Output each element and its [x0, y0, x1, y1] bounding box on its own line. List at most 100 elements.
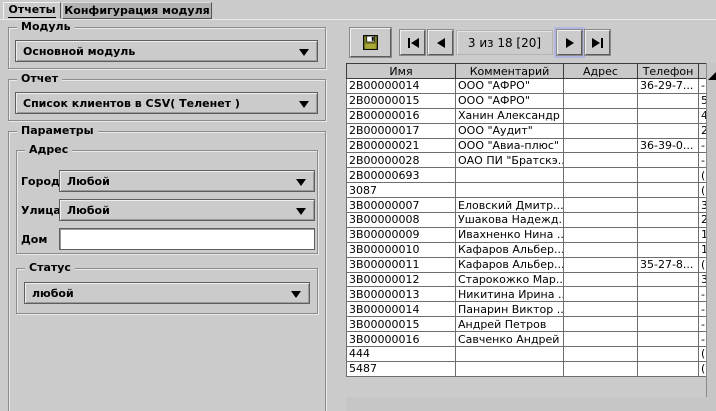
dropdown-arrow-icon — [299, 49, 309, 61]
table-cell — [564, 79, 638, 94]
table-row[interactable]: 444( — [347, 347, 707, 362]
city-label: Город — [21, 170, 60, 192]
table-cell: 3B00000008 — [347, 213, 456, 228]
save-button[interactable] — [350, 28, 391, 57]
table-cell — [638, 168, 699, 183]
table-row[interactable]: 3B00000012Старокожко Мар...3 — [347, 272, 707, 287]
table-cell — [638, 242, 699, 257]
table-cell — [456, 361, 564, 376]
vertical-scrollbar[interactable] — [706, 63, 716, 397]
table-cell: 3B00000016 — [347, 332, 456, 347]
table-cell — [564, 332, 638, 347]
status-select[interactable]: любой — [24, 282, 310, 304]
table-cell: 2B00000021 — [347, 138, 456, 153]
table-cell — [564, 242, 638, 257]
first-record-button[interactable] — [400, 30, 425, 55]
column-header[interactable]: Телефон — [638, 64, 699, 79]
column-header[interactable]: Комментарий — [456, 64, 564, 79]
client-table: ИмяКомментарийАдресТелефон 2B00000014ООО… — [346, 63, 707, 377]
city-select[interactable]: Любой — [59, 170, 315, 192]
table-cell: 3B00000007 — [347, 198, 456, 213]
table-cell: 3B00000012 — [347, 272, 456, 287]
table-cell: 3B00000015 — [347, 317, 456, 332]
street-select[interactable]: Любой — [59, 199, 315, 221]
table-row[interactable]: 2B00000015ООО "АФРО"5 — [347, 93, 707, 108]
table-cell: 2B00000017 — [347, 123, 456, 138]
table-cell — [564, 317, 638, 332]
prev-record-button[interactable] — [428, 30, 453, 55]
table-row[interactable]: 2B00000693( — [347, 168, 707, 183]
first-record-icon — [407, 38, 419, 48]
table-row[interactable]: 3B00000008Ушакова Надежд...2 — [347, 213, 707, 228]
table-cell — [564, 108, 638, 123]
table-row[interactable]: 3B00000009Ивахненко Нина ...1 — [347, 227, 707, 242]
table-cell — [638, 93, 699, 108]
last-record-button[interactable] — [585, 30, 610, 55]
table-cell: 3B00000013 — [347, 287, 456, 302]
city-select-value: Любой — [67, 175, 110, 188]
address-group-label: Адрес — [25, 143, 72, 157]
table-cell — [564, 138, 638, 153]
tab-module-config[interactable]: Конфигурация модуля — [62, 2, 212, 19]
column-header[interactable]: Имя — [347, 64, 456, 79]
table-cell: ООО "Авиа-плюс" — [456, 138, 564, 153]
table-cell — [638, 123, 699, 138]
table-cell: Старокожко Мар... — [456, 272, 564, 287]
horizontal-scrollbar[interactable] — [346, 397, 716, 411]
table-row[interactable]: 3B00000013Никитина Ирина ...- — [347, 287, 707, 302]
table-row[interactable]: 2B00000014ООО "АФРО"36-29-7...- — [347, 79, 707, 94]
column-header[interactable]: Адрес — [564, 64, 638, 79]
table-cell: 3087 — [347, 183, 456, 198]
tab-reports[interactable]: Отчеты — [3, 2, 61, 19]
table-row[interactable]: 3B00000014Панарин Виктор ...- — [347, 302, 707, 317]
table-cell: 36-39-0... — [638, 138, 699, 153]
tab-module-config-label: Конфигурация модуля — [64, 4, 209, 17]
table-cell — [638, 153, 699, 168]
table-row[interactable]: 2B00000021ООО "Авиа-плюс"36-39-0...- — [347, 138, 707, 153]
table-row[interactable]: 2B00000017ООО "Аудит"2 — [347, 123, 707, 138]
module-select-value: Основной модуль — [23, 45, 135, 58]
table-cell: Савченко Андрей — [456, 332, 564, 347]
table-row[interactable]: 3087( — [347, 183, 707, 198]
table-cell — [564, 183, 638, 198]
table-row[interactable]: 2B00000016Ханин Александр4 — [347, 108, 707, 123]
house-input[interactable] — [59, 228, 315, 250]
table-row[interactable]: 3B00000007Еловский Дмитр...3 — [347, 198, 707, 213]
table-cell: Андрей Петров — [456, 317, 564, 332]
next-record-icon — [566, 38, 574, 48]
table-row[interactable]: 3B00000010Кафаров Альбер...1 — [347, 242, 707, 257]
tab-reports-label: Отчеты — [8, 3, 55, 18]
table-row[interactable]: 3B00000011Кафаров Альбер...35-27-8...( — [347, 257, 707, 272]
table-cell — [564, 257, 638, 272]
house-label: Дом — [21, 228, 47, 250]
table-row[interactable]: 5487( — [347, 361, 707, 376]
table-cell — [638, 287, 699, 302]
table-cell: ОАО ПИ "Братскэ... — [456, 153, 564, 168]
table-cell: 444 — [347, 347, 456, 362]
table-cell — [638, 332, 699, 347]
table-cell — [638, 227, 699, 242]
table-cell: Ханин Александр — [456, 108, 564, 123]
table-cell — [564, 272, 638, 287]
table-cell — [456, 183, 564, 198]
module-select[interactable]: Основной модуль — [15, 40, 318, 62]
table-cell: 3B00000010 — [347, 242, 456, 257]
table-cell: Кафаров Альбер... — [456, 257, 564, 272]
table-row[interactable]: 3B00000015Андрей Петров- — [347, 317, 707, 332]
table-cell — [638, 213, 699, 228]
table-cell: 2B00000016 — [347, 108, 456, 123]
table-row[interactable]: 3B00000016Савченко Андрей- — [347, 332, 707, 347]
table-cell: Еловский Дмитр... — [456, 198, 564, 213]
street-select-value: Любой — [67, 204, 110, 217]
status-select-value: любой — [32, 287, 74, 300]
last-record-icon — [592, 38, 604, 48]
table-cell — [456, 347, 564, 362]
table-row[interactable]: 2B00000028ОАО ПИ "Братскэ...- — [347, 153, 707, 168]
report-select[interactable]: Список клиентов в CSV( Теленет ) — [15, 92, 318, 114]
table-cell — [638, 347, 699, 362]
table-cell: 35-27-8... — [638, 257, 699, 272]
module-group-label: Модуль — [17, 20, 75, 34]
table-cell: Кафаров Альбер... — [456, 242, 564, 257]
save-icon — [362, 34, 379, 51]
next-record-button[interactable] — [557, 30, 582, 55]
